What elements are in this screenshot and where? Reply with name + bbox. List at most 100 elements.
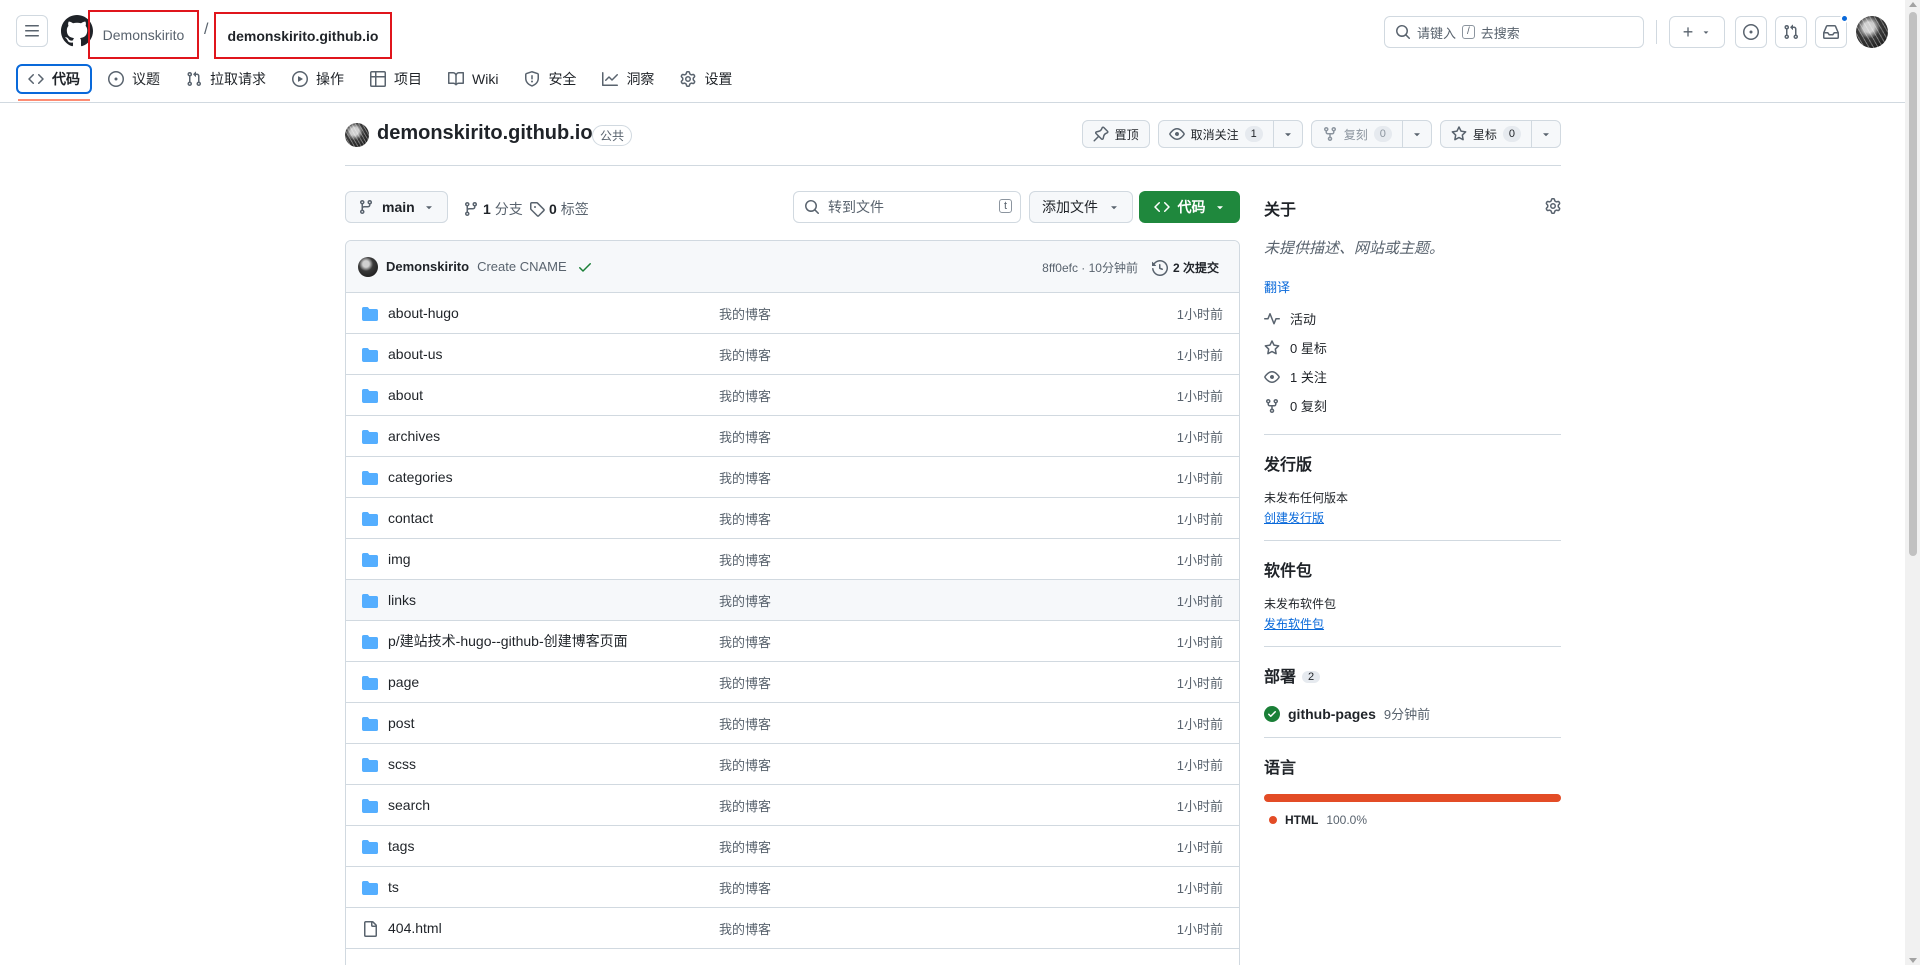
scrollbar-thumb[interactable] [1909,12,1917,556]
releases-title[interactable]: 发行版 [1264,451,1561,475]
tab-actions[interactable]: 操作 [282,64,354,94]
check-icon[interactable] [577,259,593,275]
file-commit-message[interactable]: 我的博客 [719,550,771,569]
commit-author-avatar[interactable] [358,256,378,277]
file-row[interactable]: about 我的博客 1小时前 [346,375,1239,416]
scroll-down-arrow-icon[interactable] [1909,958,1917,963]
file-row[interactable]: about-us 我的博客 1小时前 [346,334,1239,375]
file-commit-message[interactable]: 我的博客 [719,386,771,405]
issues-button[interactable] [1735,16,1767,48]
tab-wiki[interactable]: Wiki [438,64,508,94]
fork-dropdown[interactable] [1401,121,1431,147]
global-search-input[interactable]: 请键入 / 去搜索 [1384,16,1644,48]
file-row[interactable]: scss 我的博客 1小时前 [346,744,1239,785]
file-commit-message[interactable]: 我的博客 [719,591,771,610]
file-row[interactable]: img 我的博客 1小时前 [346,539,1239,580]
repo-owner-avatar[interactable] [345,123,369,147]
file-commit-message[interactable]: 我的博客 [719,673,771,692]
file-name-link[interactable]: scss [388,756,416,772]
file-commit-message[interactable]: 我的博客 [719,837,771,856]
translate-link[interactable]: 翻译 [1264,277,1561,296]
tags-link[interactable]: 0 标签 [529,199,589,219]
file-name-link[interactable]: tags [388,838,414,854]
stars-link[interactable]: 0 星标 [1264,333,1561,362]
tab-code[interactable]: 代码 [16,64,92,101]
create-new-button[interactable]: + [1669,16,1725,48]
tab-insights[interactable]: 洞察 [592,64,664,94]
star-dropdown[interactable] [1531,121,1560,147]
file-row[interactable]: post 我的博客 1小时前 [346,703,1239,744]
code-dropdown-button[interactable]: 代码 [1139,191,1240,223]
unwatch-button[interactable]: 取消关注 1 [1157,120,1303,148]
commit-message[interactable]: Create CNAME [477,259,567,274]
user-avatar[interactable] [1856,16,1888,48]
file-commit-message[interactable]: 我的博客 [719,632,771,651]
file-commit-message[interactable]: 我的博客 [719,427,771,446]
deployments-header[interactable]: 部署 2 [1264,663,1561,687]
page-scrollbar[interactable] [1905,0,1920,965]
file-name-link[interactable]: links [388,592,416,608]
file-row[interactable]: contact 我的博客 1小时前 [346,498,1239,539]
file-name-link[interactable]: archives [388,428,440,444]
gear-icon[interactable] [1545,198,1561,214]
file-commit-message[interactable]: 我的博客 [719,919,771,938]
file-name-link[interactable]: categories [388,469,453,485]
language-item[interactable]: HTML 100.0% [1264,813,1561,827]
file-row[interactable]: 404.html 我的博客 1小时前 [346,908,1239,949]
file-row[interactable]: about-hugo 我的博客 1小时前 [346,293,1239,334]
scroll-up-arrow-icon[interactable] [1909,2,1917,7]
tab-pull-requests[interactable]: 拉取请求 [176,64,276,94]
add-file-button[interactable]: 添加文件 [1029,191,1133,223]
commit-hash-time[interactable]: 8ff0efc · 10分钟前 [1042,259,1138,276]
forks-link[interactable]: 0 复刻 [1264,391,1561,420]
file-row[interactable]: tags 我的博客 1小时前 [346,826,1239,867]
file-row[interactable]: ts 我的博客 1小时前 [346,867,1239,908]
tab-issues[interactable]: 议题 [98,64,170,94]
file-name-link[interactable]: 404.html [388,920,442,936]
star-button[interactable]: 星标 0 [1439,120,1561,148]
go-to-file-input[interactable]: 转到文件 t [793,191,1021,223]
create-release-link[interactable]: 创建发行版 [1264,509,1324,526]
file-commit-message[interactable]: 我的博客 [719,304,771,323]
breadcrumb-owner-link[interactable]: Demonskirito [88,10,199,59]
commits-history-link[interactable]: 2 次提交 [1151,259,1219,276]
file-name-link[interactable]: contact [388,510,433,526]
file-name-link[interactable]: ts [388,879,399,895]
fork-button[interactable]: 复刻 0 [1310,120,1432,148]
inbox-button[interactable] [1815,14,1849,48]
pull-requests-button[interactable] [1775,16,1807,48]
file-commit-message[interactable]: 我的博客 [719,755,771,774]
tab-settings[interactable]: 设置 [670,64,742,94]
file-commit-message[interactable]: 我的博客 [719,468,771,487]
file-name-link[interactable]: about [388,387,423,403]
file-row[interactable]: categories 我的博客 1小时前 [346,457,1239,498]
file-name-link[interactable]: page [388,674,419,690]
commit-author[interactable]: Demonskirito [386,259,469,274]
file-name-link[interactable]: img [388,551,411,567]
tab-security[interactable]: 安全 [514,64,586,94]
file-commit-message[interactable]: 我的博客 [719,796,771,815]
file-commit-message[interactable]: 我的博客 [719,509,771,528]
file-commit-message[interactable]: 我的博客 [719,878,771,897]
file-name-link[interactable]: p/建站技术-hugo--github-创建博客页面 [388,631,628,651]
branch-selector[interactable]: main [345,191,448,223]
activity-link[interactable]: 活动 [1264,304,1561,333]
file-commit-message[interactable]: 我的博客 [719,345,771,364]
hamburger-menu-button[interactable] [16,15,48,47]
file-name-link[interactable]: search [388,797,430,813]
file-row[interactable]: archives 我的博客 1小时前 [346,416,1239,457]
packages-title[interactable]: 软件包 [1264,557,1561,581]
file-commit-message[interactable]: 我的博客 [719,714,771,733]
file-name-link[interactable]: post [388,715,414,731]
file-row[interactable]: links 我的博客 1小时前 [346,580,1239,621]
branches-link[interactable]: 1 分支 [463,199,523,219]
tab-projects[interactable]: 项目 [360,64,432,94]
file-name-link[interactable]: about-us [388,346,442,362]
breadcrumb-repo-link[interactable]: demonskirito.github.io [214,12,392,59]
file-name-link[interactable]: about-hugo [388,305,459,321]
file-row[interactable]: page 我的博客 1小时前 [346,662,1239,703]
watchers-link[interactable]: 1 关注 [1264,362,1561,391]
watch-dropdown[interactable] [1272,121,1302,147]
file-row[interactable]: search 我的博客 1小时前 [346,785,1239,826]
repo-name[interactable]: demonskirito.github.io [377,122,593,145]
